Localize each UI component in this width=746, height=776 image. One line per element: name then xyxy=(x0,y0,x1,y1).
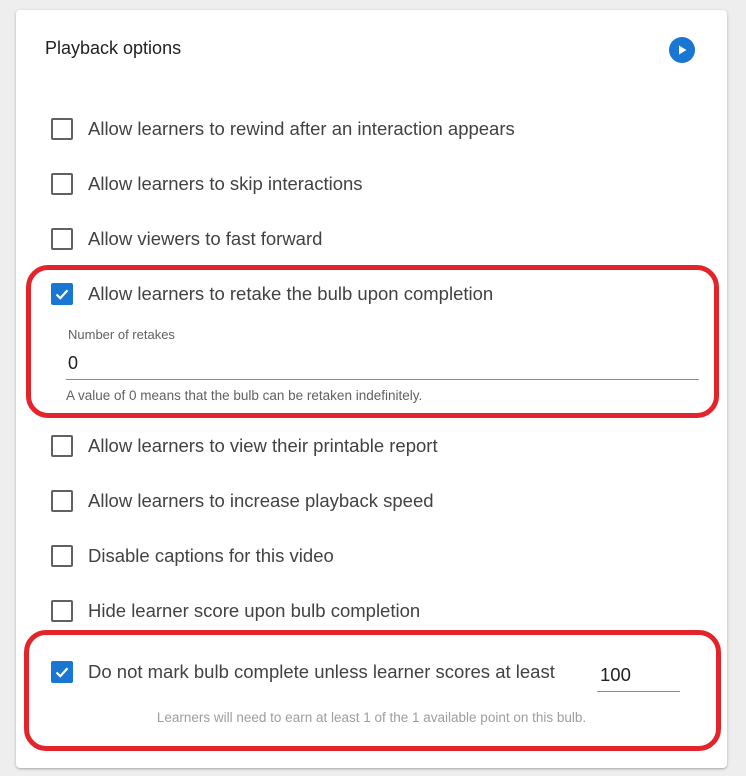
option-allow-retake[interactable]: Allow learners to retake the bulb upon c… xyxy=(51,279,493,309)
card-title: Playback options xyxy=(45,38,182,58)
option-label: Allow learners to retake the bulb upon c… xyxy=(88,283,494,304)
checkbox-checked[interactable] xyxy=(51,283,73,305)
checkbox[interactable] xyxy=(51,228,73,250)
option-label: Allow learners to skip interactions xyxy=(88,173,363,194)
playback-options-card: Playback options Allow learners to rewin… xyxy=(16,10,727,768)
minimum-score-input[interactable] xyxy=(597,658,680,692)
option-minimum-score[interactable]: Do not mark bulb complete unless learner… xyxy=(51,657,555,687)
option-label: Hide learner score upon bulb completion xyxy=(88,600,421,621)
checkbox[interactable] xyxy=(51,545,73,567)
option-allow-fast-forward[interactable]: Allow viewers to fast forward xyxy=(51,224,322,254)
option-label: Allow learners to increase playback spee… xyxy=(88,490,434,511)
play-icon xyxy=(679,45,687,55)
option-allow-skip[interactable]: Allow learners to skip interactions xyxy=(51,169,363,199)
retakes-input[interactable] xyxy=(66,347,699,380)
option-view-printable-report[interactable]: Allow learners to view their printable r… xyxy=(51,431,438,461)
option-label: Allow learners to view their printable r… xyxy=(88,435,438,456)
checkbox[interactable] xyxy=(51,118,73,140)
option-label: Disable captions for this video xyxy=(88,545,334,566)
option-increase-playback-speed[interactable]: Allow learners to increase playback spee… xyxy=(51,486,434,516)
checkmark-icon xyxy=(55,289,69,300)
checkbox-checked[interactable] xyxy=(51,661,73,683)
option-disable-captions[interactable]: Disable captions for this video xyxy=(51,541,334,571)
checkmark-icon xyxy=(55,667,69,678)
retakes-field-label: Number of retakes xyxy=(68,327,175,342)
minimum-score-helper-text: Learners will need to earn at least 1 of… xyxy=(156,710,587,725)
retakes-helper-text: A value of 0 means that the bulb can be … xyxy=(66,388,423,403)
option-label: Allow learners to rewind after an intera… xyxy=(88,118,515,139)
checkbox[interactable] xyxy=(51,600,73,622)
checkbox[interactable] xyxy=(51,490,73,512)
option-label: Allow viewers to fast forward xyxy=(88,228,323,249)
checkbox[interactable] xyxy=(51,173,73,195)
option-hide-learner-score[interactable]: Hide learner score upon bulb completion xyxy=(51,596,420,626)
play-preview-button[interactable] xyxy=(669,37,695,63)
option-allow-rewind[interactable]: Allow learners to rewind after an intera… xyxy=(51,114,515,144)
checkbox[interactable] xyxy=(51,435,73,457)
option-label: Do not mark bulb complete unless learner… xyxy=(88,661,555,682)
